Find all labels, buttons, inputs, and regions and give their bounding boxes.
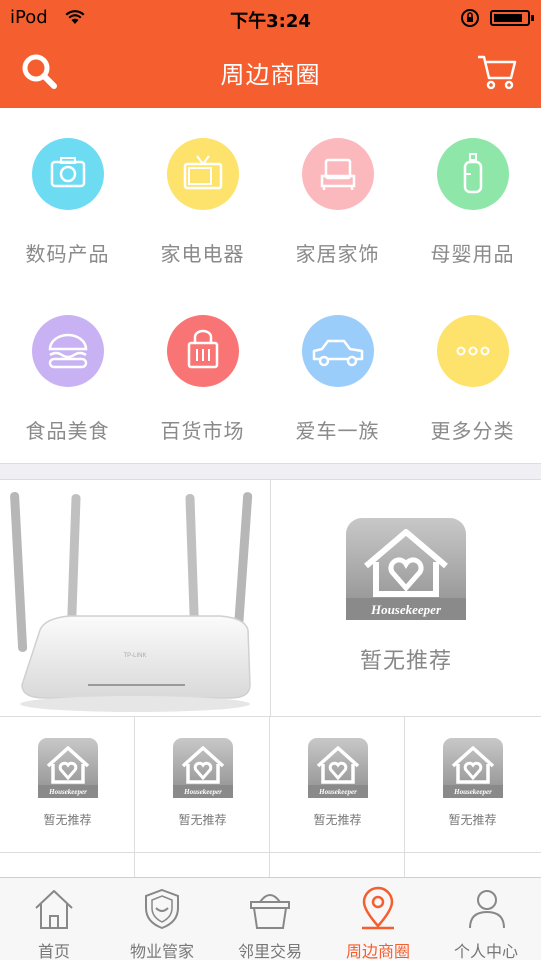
tab-profile[interactable]: 个人中心 — [432, 878, 541, 960]
tab-home[interactable]: 首页 — [0, 878, 108, 960]
category-appliances[interactable]: 家电电器 — [135, 138, 270, 308]
category-label: 更多分类 — [430, 419, 515, 443]
camera-icon — [32, 138, 104, 210]
housekeeper-logo-text: Housekeeper — [48, 788, 87, 796]
location-pin-icon — [362, 886, 394, 930]
battery-tip — [531, 15, 534, 21]
tab-label: 个人中心 — [453, 942, 518, 960]
category-more[interactable]: 更多分类 — [405, 315, 540, 485]
basket-icon — [250, 894, 290, 929]
category-market[interactable]: 百货市场 — [135, 315, 270, 485]
shopping-bag-icon — [167, 315, 239, 387]
screen: iPod 下午3:24 周边商圈 数码产品 家电电器 家居家饰 母婴用品 食品美… — [0, 0, 541, 960]
home-icon — [35, 890, 73, 929]
section-divider — [0, 463, 541, 480]
tab-label: 周边商圈 — [345, 942, 410, 960]
recommend-text: 暂无推荐 — [313, 813, 362, 827]
top-bar: iPod 下午3:24 周边商圈 — [0, 0, 541, 108]
person-icon — [469, 890, 505, 929]
housekeeper-logo: Housekeeper — [443, 738, 503, 798]
tab-nearby-business[interactable]: 周边商圈 — [324, 878, 432, 960]
housekeeper-logo: Housekeeper — [38, 738, 98, 798]
no-recommendation-text: 暂无推荐 — [359, 649, 452, 674]
recommend-cell[interactable]: Housekeeper 暂无推荐 — [0, 717, 135, 853]
housekeeper-logo-text: Housekeeper — [183, 788, 222, 796]
category-baby[interactable]: 母婴用品 — [405, 138, 540, 308]
category-label: 家居家饰 — [295, 242, 380, 266]
category-label: 数码产品 — [25, 242, 110, 266]
status-bar: iPod 下午3:24 — [0, 0, 541, 36]
car-icon — [302, 315, 374, 387]
recommend-cell[interactable]: Housekeeper 暂无推荐 — [405, 717, 541, 853]
recommend-grid: Housekeeper 暂无推荐 Housekeeper 暂无推荐 Housek… — [0, 717, 541, 883]
page-title: 周边商圈 — [220, 61, 321, 89]
recommend-cell[interactable]: Housekeeper 暂无推荐 — [135, 717, 270, 853]
category-label: 爱车一族 — [295, 419, 380, 443]
shield-icon — [145, 888, 179, 930]
housekeeper-logo: Housekeeper — [173, 738, 233, 798]
tab-label: 物业管家 — [129, 942, 194, 960]
recommend-text: 暂无推荐 — [178, 813, 227, 827]
cart-icon — [478, 55, 517, 90]
no-recommendation-card[interactable]: Housekeeper 暂无推荐 — [271, 480, 541, 717]
tv-icon — [167, 138, 239, 210]
housekeeper-logo-text: Housekeeper — [318, 788, 357, 796]
tab-property[interactable]: 物业管家 — [108, 878, 216, 960]
battery-icon — [490, 10, 530, 26]
baby-bottle-icon — [437, 138, 509, 210]
rotation-lock-icon — [460, 8, 480, 33]
cart-button[interactable] — [475, 52, 519, 92]
category-digital[interactable]: 数码产品 — [0, 138, 135, 308]
housekeeper-logo-text: Housekeeper — [370, 602, 442, 617]
category-home-decor[interactable]: 家居家饰 — [270, 138, 405, 308]
housekeeper-logo-text: Housekeeper — [453, 788, 492, 796]
category-food[interactable]: 食品美食 — [0, 315, 135, 485]
category-car[interactable]: 爱车一族 — [270, 315, 405, 485]
category-grid: 数码产品 家电电器 家居家饰 母婴用品 食品美食 百货市场 爱车一族 更多分类 — [0, 108, 541, 463]
category-label: 食品美食 — [25, 419, 110, 443]
recommend-text: 暂无推荐 — [448, 813, 497, 827]
recommend-cell[interactable]: Housekeeper 暂无推荐 — [270, 717, 405, 853]
feature-section: TP-LINK Housekeeper 暂无推荐 — [0, 480, 541, 717]
tab-label: 首页 — [37, 942, 70, 960]
category-label: 百货市场 — [160, 419, 245, 443]
recommend-text: 暂无推荐 — [43, 813, 92, 827]
tab-neighbor-trade[interactable]: 邻里交易 — [216, 878, 324, 960]
category-label: 母婴用品 — [430, 242, 515, 266]
tab-label: 邻里交易 — [237, 942, 302, 960]
housekeeper-logo: Housekeeper — [346, 518, 466, 620]
more-icon — [437, 315, 509, 387]
router-product-image[interactable]: TP-LINK — [0, 480, 270, 717]
category-label: 家电电器 — [160, 242, 245, 266]
housekeeper-logo: Housekeeper — [308, 738, 368, 798]
router-brand-text: TP-LINK — [123, 653, 146, 659]
bed-icon — [302, 138, 374, 210]
tab-bar: 首页 物业管家 邻里交易 周边商圈 个人中心 — [0, 877, 541, 960]
burger-icon — [32, 315, 104, 387]
